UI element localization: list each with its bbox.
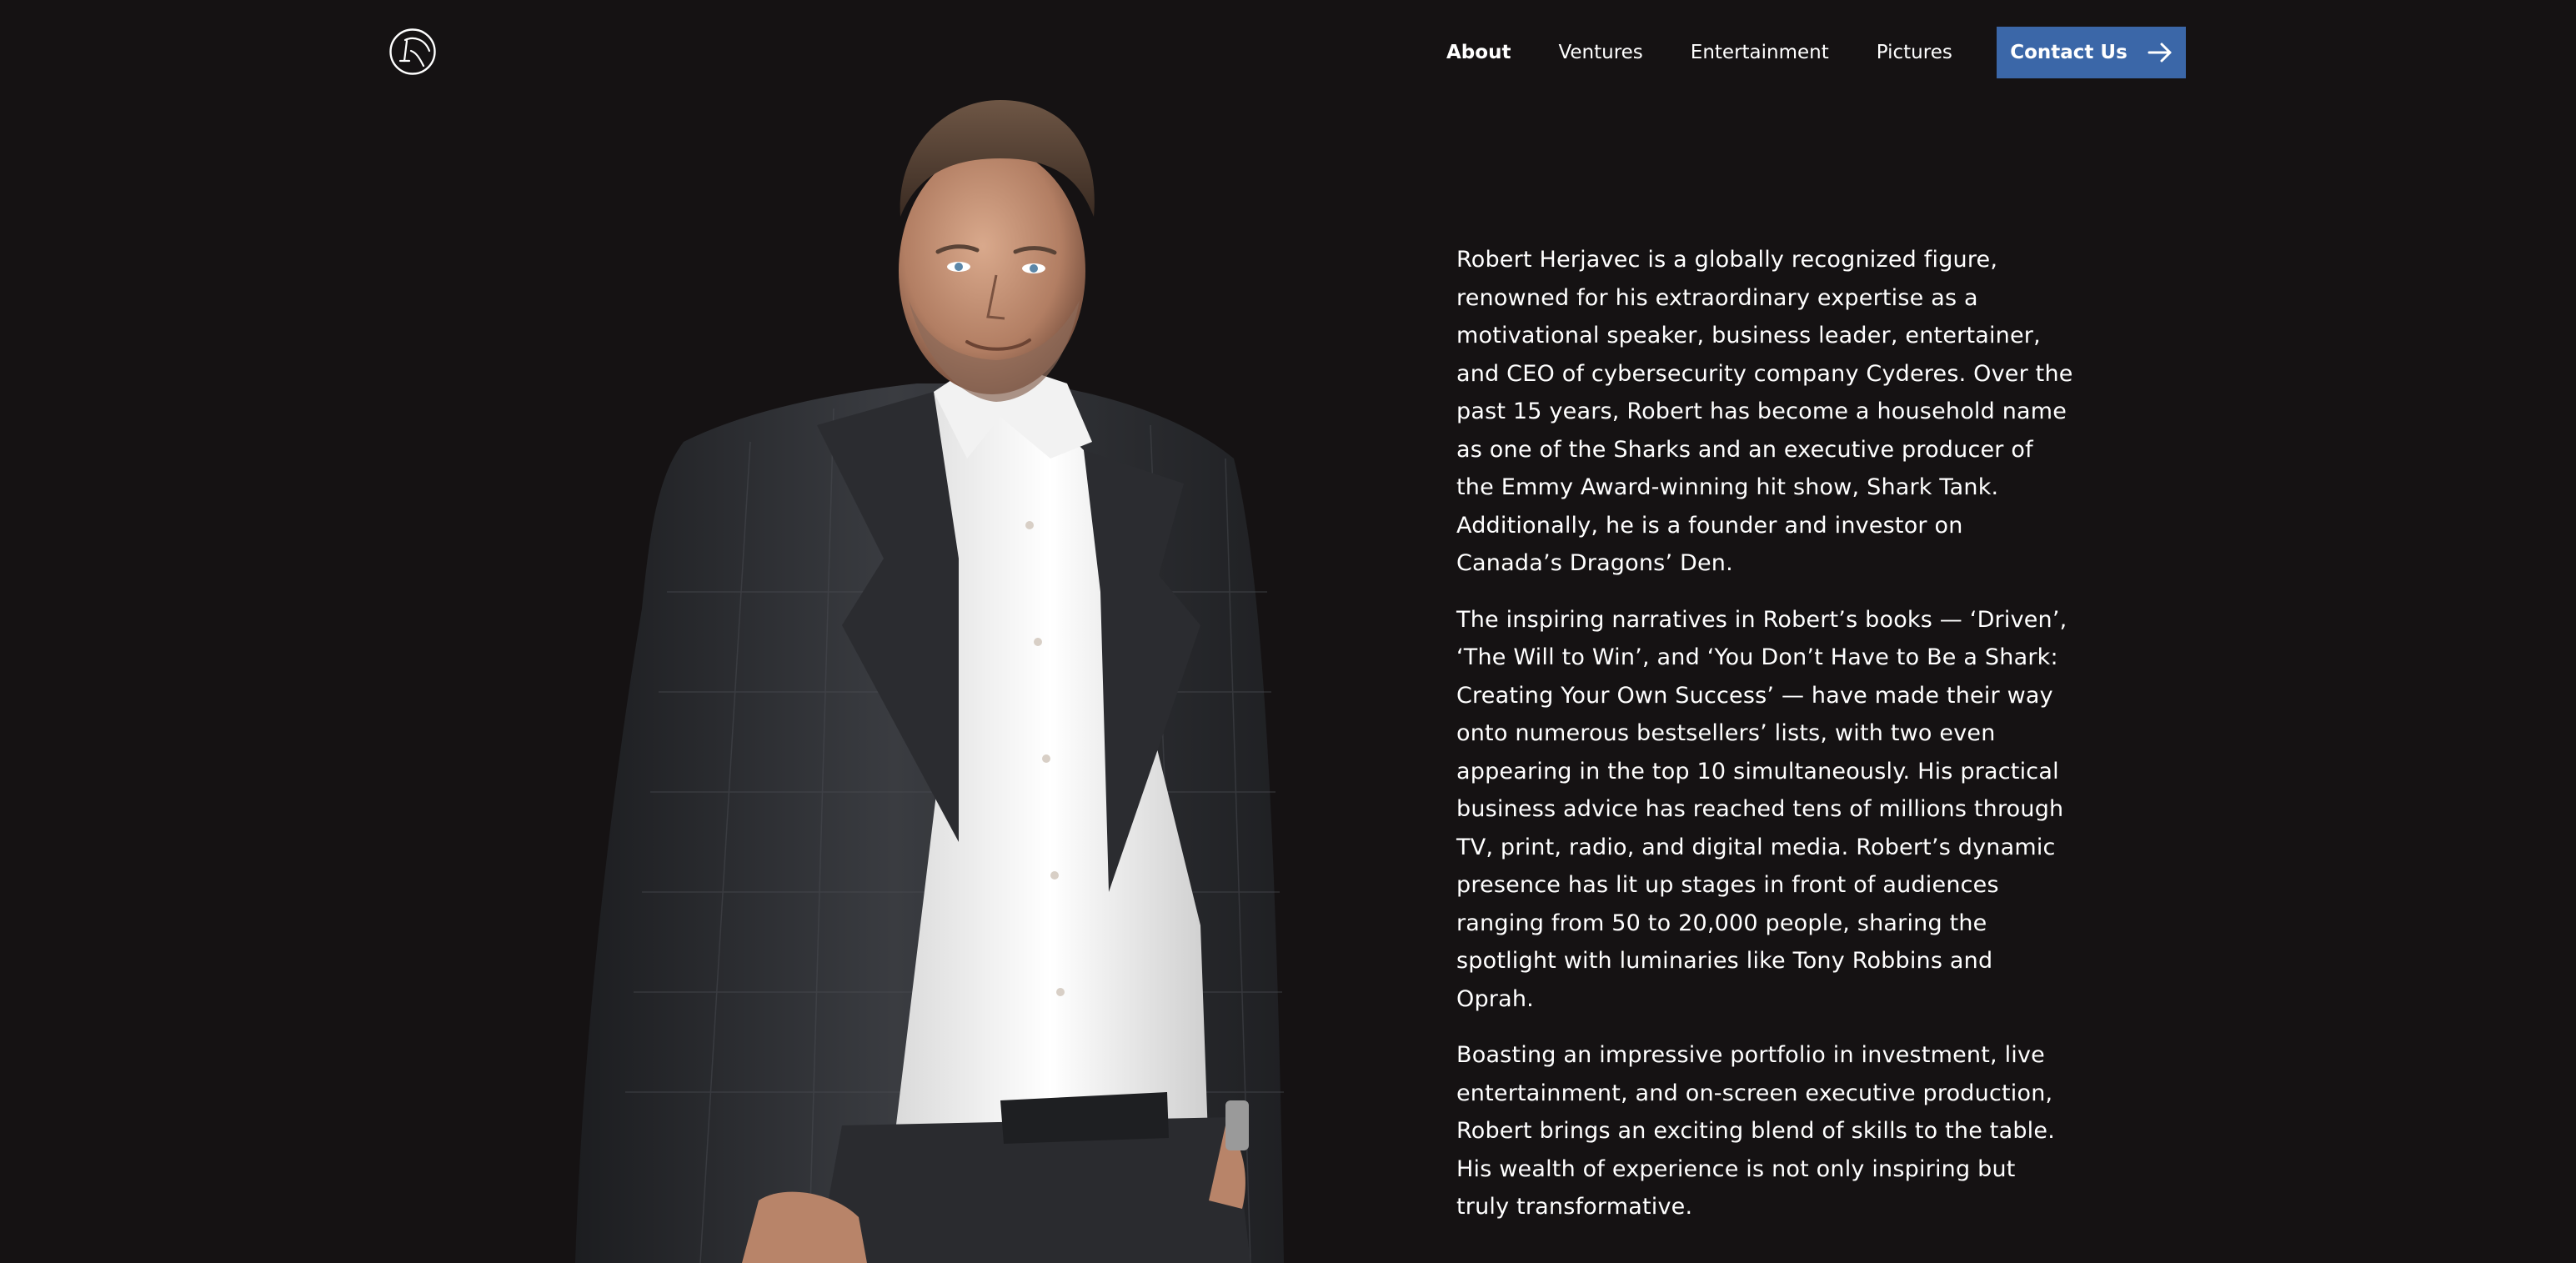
- portrait-photo: [567, 92, 1301, 1263]
- nav-entertainment[interactable]: Entertainment: [1691, 42, 1829, 63]
- logo-icon[interactable]: [388, 28, 437, 76]
- contact-us-button[interactable]: Contact Us: [1997, 27, 2186, 78]
- bio-paragraph-2: The inspiring narratives in Robert’s boo…: [1456, 606, 2067, 1012]
- arrow-right-icon: [2148, 43, 2173, 63]
- nav-pictures[interactable]: Pictures: [1877, 42, 1952, 63]
- main-nav: About Ventures Entertainment Pictures: [1446, 26, 2000, 78]
- bio-section: Robert Herjavec is a globally recognized…: [1456, 241, 2073, 1245]
- nav-about[interactable]: About: [1446, 42, 1511, 63]
- bio-paragraph-3: Boasting an impressive portfolio in inve…: [1456, 1042, 2055, 1220]
- bio-paragraph-1: Robert Herjavec is a globally recognized…: [1456, 247, 2073, 576]
- contact-us-label: Contact Us: [2010, 42, 2127, 63]
- nav-ventures[interactable]: Ventures: [1558, 42, 1642, 63]
